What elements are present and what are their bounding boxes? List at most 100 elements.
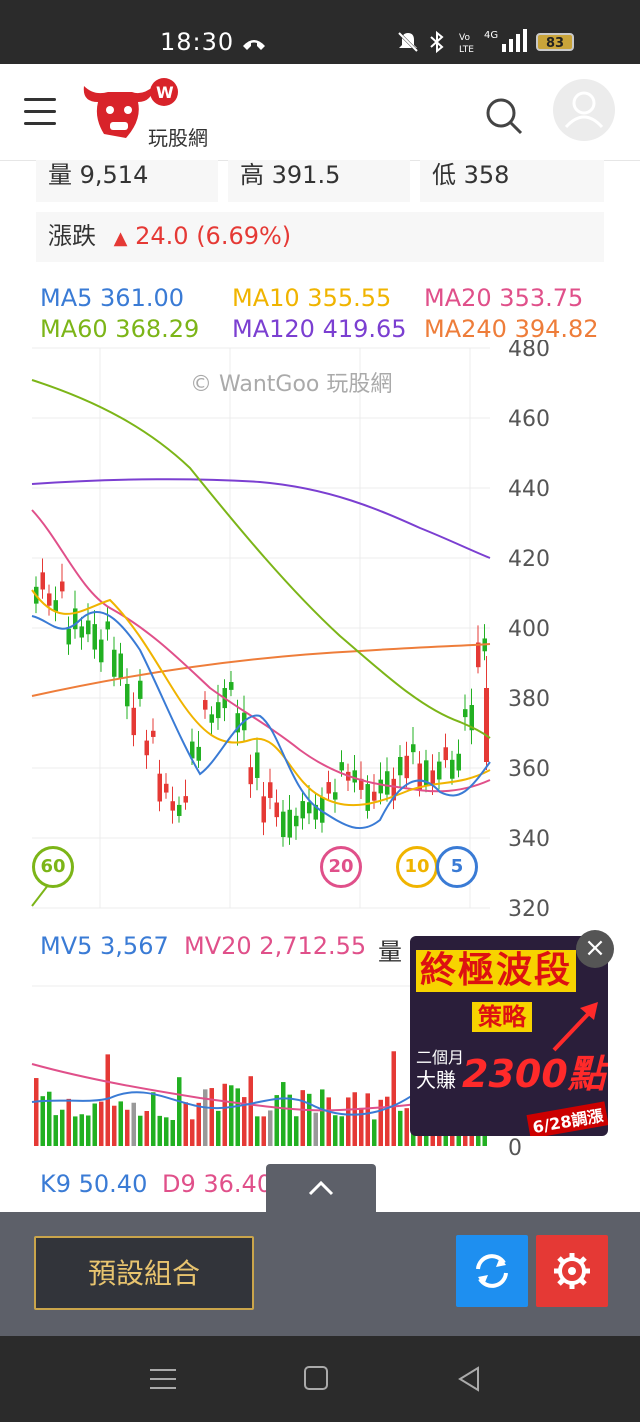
volte-icon: Vo LTE xyxy=(459,33,474,54)
candle-body xyxy=(53,600,58,612)
watermark: © WantGoo 玩股網 xyxy=(190,372,393,397)
signal-icon: 4G xyxy=(484,29,527,52)
volume-bar xyxy=(66,1098,71,1146)
ad-months: 二個月 xyxy=(416,1048,465,1067)
candle-body xyxy=(404,755,409,779)
volume-bar xyxy=(287,1094,292,1146)
volume-bar xyxy=(99,1101,104,1146)
settings-button[interactable] xyxy=(536,1235,608,1307)
candle-body xyxy=(248,767,253,785)
volume-bar xyxy=(385,1096,390,1146)
candle-body xyxy=(300,801,305,819)
candle-body xyxy=(274,802,279,818)
volume-bar xyxy=(404,1108,409,1146)
missed-call-icon xyxy=(243,40,265,50)
mute-icon xyxy=(397,31,419,53)
volume-bar xyxy=(391,1051,396,1146)
ad-close-button[interactable]: × xyxy=(576,930,614,968)
k9-legend: K9 50.40 xyxy=(40,1170,148,1198)
volume-bar xyxy=(53,1115,58,1146)
volume-bar xyxy=(261,1116,266,1146)
candle-body xyxy=(183,796,188,803)
volume-bar xyxy=(151,1092,156,1146)
candle-body xyxy=(79,626,84,638)
preset-combo-button[interactable]: 預設組合 xyxy=(34,1236,254,1310)
candle-body xyxy=(398,757,403,776)
volume-bar xyxy=(352,1092,357,1146)
volume-bar xyxy=(398,1110,403,1146)
low-cell: 低 358 xyxy=(420,160,604,202)
svg-text:W: W xyxy=(156,83,174,102)
candle-body xyxy=(170,801,175,811)
refresh-button[interactable] xyxy=(456,1235,528,1307)
volume-bar xyxy=(294,1116,299,1146)
volume-bar xyxy=(60,1109,65,1146)
candle-body xyxy=(307,802,312,814)
y-tick-label: 460 xyxy=(508,407,550,432)
menu-icon[interactable] xyxy=(24,98,56,126)
y-tick-label: 340 xyxy=(508,827,550,852)
y-tick-label: 440 xyxy=(508,477,550,502)
back-icon[interactable] xyxy=(454,1364,484,1394)
volume-bar xyxy=(255,1116,260,1146)
low-value: 358 xyxy=(463,161,510,189)
ma10-legend: MA10 355.55 xyxy=(232,284,392,312)
ad-banner[interactable]: 終極波段 策略 二個月 大賺 2300點 6/28調漲 xyxy=(410,936,608,1136)
candle-body xyxy=(261,796,266,823)
low-label: 低 xyxy=(432,161,456,189)
candle-body xyxy=(66,628,71,645)
user-avatar[interactable] xyxy=(553,79,615,141)
volume-bar xyxy=(274,1095,279,1146)
volume-bar xyxy=(281,1082,286,1146)
ad-gain: 大賺 xyxy=(416,1068,456,1092)
volume-bar xyxy=(300,1090,305,1146)
recent-apps-icon[interactable] xyxy=(148,1364,178,1394)
volume-bar xyxy=(346,1097,351,1146)
system-nav-bar xyxy=(0,1336,640,1422)
candle-body xyxy=(476,642,481,668)
volume-bar xyxy=(40,1096,45,1146)
y-tick-label: 420 xyxy=(508,547,550,572)
ad-title: 終極波段 xyxy=(416,950,577,992)
price-chart[interactable]: 480 460 440 420 400 380 360 340 320 xyxy=(0,340,640,920)
candle-body xyxy=(326,782,331,794)
ma5-marker: 5 xyxy=(436,846,478,888)
candle-body xyxy=(86,620,91,635)
candle-body xyxy=(287,809,292,838)
candle-body xyxy=(92,624,97,650)
volume-bar xyxy=(112,1105,117,1146)
up-arrow-icon: ▲ xyxy=(113,228,128,249)
high-cell: 高 391.5 xyxy=(228,160,410,202)
chevron-up-icon xyxy=(308,1180,334,1196)
volume-value: 9,514 xyxy=(79,161,149,189)
candle-body xyxy=(112,649,117,677)
candle-body xyxy=(268,782,273,798)
ad-date: 6/28調漲 xyxy=(526,1101,608,1136)
volume-bar xyxy=(320,1089,325,1146)
volume-bar xyxy=(333,1115,338,1146)
change-label: 漲跌 xyxy=(48,222,96,250)
svg-text:Vo: Vo xyxy=(459,33,470,43)
ma60-marker: 60 xyxy=(32,846,74,888)
volume-bar xyxy=(365,1093,370,1146)
ma120-line xyxy=(31,478,491,559)
mv20-legend: MV20 2,712.55 xyxy=(184,932,367,960)
volume-zero-label: 0 xyxy=(508,1136,522,1161)
app-header: W 玩股網 xyxy=(0,64,640,161)
volume-bar xyxy=(235,1088,240,1146)
expand-panel-button[interactable] xyxy=(266,1164,376,1214)
volume-bar xyxy=(138,1115,143,1146)
candle-body xyxy=(209,714,214,723)
search-icon[interactable] xyxy=(484,96,524,136)
candle-body xyxy=(385,771,390,795)
high-label: 高 xyxy=(240,161,264,189)
volume-bar xyxy=(105,1054,110,1146)
volume-bar xyxy=(164,1117,169,1146)
candle-body xyxy=(131,707,136,736)
status-time: 18:30 xyxy=(160,28,235,56)
candle-body xyxy=(105,621,110,630)
candle-body xyxy=(443,747,448,761)
change-value: 24.0 (6.69%) xyxy=(135,222,292,250)
candle-body xyxy=(255,752,260,778)
home-icon[interactable] xyxy=(302,1364,332,1394)
